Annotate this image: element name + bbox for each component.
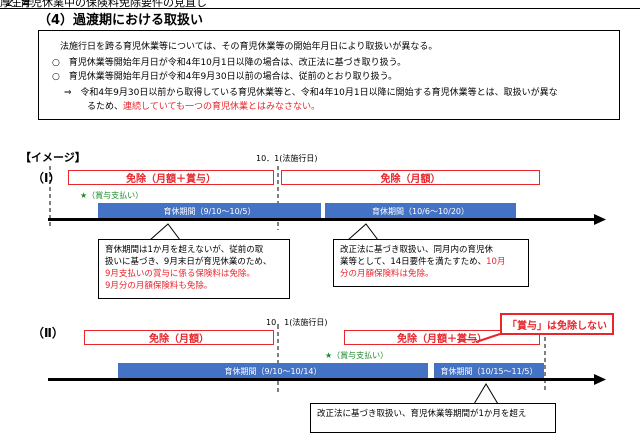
- callout-line: 改正法に基づき取扱い、育児休業等期間が1か月を超え: [317, 409, 527, 419]
- case2-axis-arrow: [473, 374, 606, 405]
- case2-callout: 改正法に基づき取扱い、育児休業等期間が1か月を超え: [310, 403, 556, 433]
